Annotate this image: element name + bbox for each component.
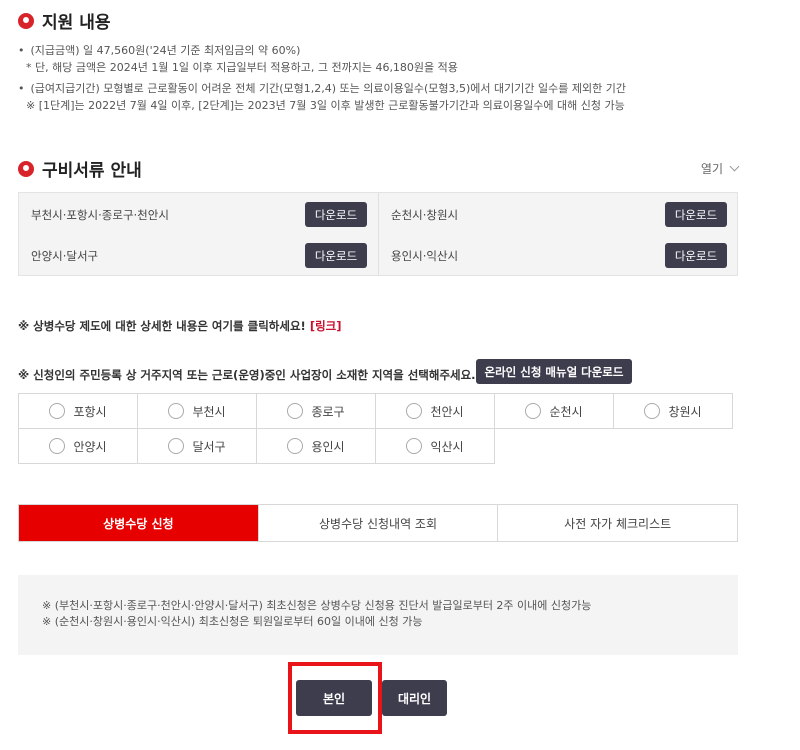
doc-row: 안양시·달서구 다운로드 xyxy=(31,243,367,268)
tab-history[interactable]: 상병수당 신청내역 조회 xyxy=(258,505,499,541)
download-button[interactable]: 다운로드 xyxy=(305,243,367,268)
detail-notice: ※ 상병수당 제도에 대한 상세한 내용은 여기를 클릭하세요! [링크] xyxy=(18,318,341,334)
doc-row: 용인시·익산시 다운로드 xyxy=(391,243,727,268)
radio-icon[interactable] xyxy=(49,438,66,454)
region-option[interactable]: 천안시 xyxy=(375,393,495,429)
detail-link[interactable]: [링크] xyxy=(310,319,342,333)
region-option[interactable]: 창원시 xyxy=(613,393,733,429)
tab-apply[interactable]: 상병수당 신청 xyxy=(19,505,259,541)
doc-region-label: 순천시·창원시 xyxy=(391,207,459,222)
support-bullet-2-sub: ※ [1단계]는 2022년 7월 4일 이후, [2단계]는 2023년 7월… xyxy=(26,99,625,112)
doc-region-label: 부천시·포항시·종로구·천안시 xyxy=(31,207,169,222)
radio-icon[interactable] xyxy=(168,438,185,454)
chevron-down-icon xyxy=(729,161,740,172)
doc-region-label: 용인시·익산시 xyxy=(391,248,459,263)
radio-icon[interactable] xyxy=(525,403,542,419)
radio-icon[interactable] xyxy=(49,403,66,419)
support-bullet-1: (지급금액) 일 47,560원('24년 기준 최저임금의 약 60%) xyxy=(30,44,301,57)
heart-badge-icon xyxy=(18,12,34,29)
region-radio-group: 포항시 부천시 종로구 천안시 순천시 창원시 안양시 달서구 용인시 익산시 xyxy=(18,393,738,464)
radio-icon[interactable] xyxy=(287,438,304,454)
support-bullet-2: (급여지급기간) 모형별로 근로활동이 어려운 전체 기간(모형1,2,4) 또… xyxy=(30,82,626,95)
heart-badge-icon xyxy=(18,160,34,177)
download-button[interactable]: 다운로드 xyxy=(665,202,727,227)
doc-row: 순천시·창원시 다운로드 xyxy=(391,202,727,227)
doc-row: 부천시·포항시·종로구·천안시 다운로드 xyxy=(31,202,367,227)
radio-icon[interactable] xyxy=(287,403,304,419)
note-line: ※ (순천시·창원시·용인시·익산시) 최초신청은 퇴원일로부터 60일 이내에… xyxy=(42,615,423,628)
note-line: ※ (부천시·포항시·종로구·천안시·안양시·달서구) 최초신청은 상병수당 신… xyxy=(42,599,592,612)
documents-box: 부천시·포항시·종로구·천안시 다운로드 순천시·창원시 다운로드 안양시·달서… xyxy=(18,192,738,276)
download-button[interactable]: 다운로드 xyxy=(305,202,367,227)
manual-download-button[interactable]: 온라인 신청 매뉴얼 다운로드 xyxy=(476,359,632,384)
region-option[interactable]: 용인시 xyxy=(256,428,376,464)
region-option[interactable]: 포항시 xyxy=(18,393,138,429)
region-option[interactable]: 부천시 xyxy=(137,393,257,429)
application-tabs: 상병수당 신청 상병수당 신청내역 조회 사전 자가 체크리스트 xyxy=(18,504,738,542)
documents-toggle-label: 열기 xyxy=(700,162,723,176)
notice-text: ※ 상병수당 제도에 대한 상세한 내용은 여기를 클릭하세요! xyxy=(18,319,306,333)
support-title-text: 지원 내용 xyxy=(42,13,111,33)
documents-section-title: 구비서류 안내 xyxy=(18,156,142,181)
region-option[interactable]: 달서구 xyxy=(137,428,257,464)
documents-title-text: 구비서류 안내 xyxy=(42,161,142,181)
radio-icon[interactable] xyxy=(406,438,423,454)
support-section-title: 지원 내용 xyxy=(18,8,110,33)
region-question: ※ 신청인의 주민등록 상 거주지역 또는 근로(운영)중인 사업장이 소재한 … xyxy=(18,368,476,382)
region-option[interactable]: 종로구 xyxy=(256,393,376,429)
radio-icon[interactable] xyxy=(406,403,423,419)
radio-icon[interactable] xyxy=(644,403,661,419)
region-option[interactable]: 안양시 xyxy=(18,428,138,464)
region-option[interactable]: 순천시 xyxy=(494,393,614,429)
application-notes: ※ (부천시·포항시·종로구·천안시·안양시·달서구) 최초신청은 상병수당 신… xyxy=(18,575,738,655)
region-option[interactable]: 익산시 xyxy=(375,428,495,464)
highlight-box xyxy=(288,662,382,734)
tab-checklist[interactable]: 사전 자가 체크리스트 xyxy=(498,505,738,541)
support-info: • (지급금액) 일 47,560원('24년 기준 최저임금의 약 60%) *… xyxy=(18,44,626,112)
download-button[interactable]: 다운로드 xyxy=(665,243,727,268)
proxy-apply-button[interactable]: 대리인 xyxy=(382,680,447,716)
radio-icon[interactable] xyxy=(168,403,185,419)
doc-region-label: 안양시·달서구 xyxy=(31,248,99,263)
documents-toggle[interactable]: 열기 xyxy=(700,160,740,177)
support-bullet-1-sub: * 단, 해당 금액은 2024년 1월 1일 이후 지급일부터 적용하고, 그… xyxy=(26,61,458,74)
